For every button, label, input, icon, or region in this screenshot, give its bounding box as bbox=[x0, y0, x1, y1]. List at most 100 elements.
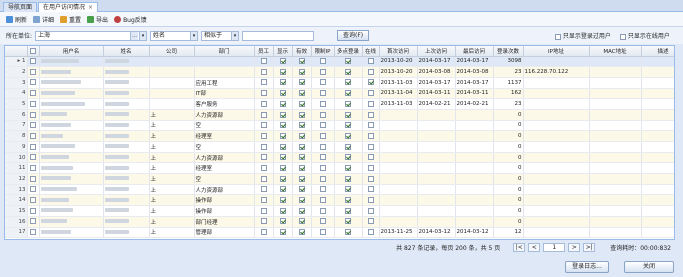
row-checkbox[interactable] bbox=[30, 229, 36, 236]
valid-checkbox[interactable] bbox=[298, 229, 305, 236]
row-checkbox[interactable] bbox=[30, 207, 36, 214]
employee-checkbox[interactable] bbox=[260, 111, 267, 118]
employee-checkbox[interactable] bbox=[260, 132, 267, 139]
ip-limit-checkbox[interactable] bbox=[319, 218, 326, 225]
tab-navigation[interactable]: 导航页面 bbox=[3, 2, 38, 12]
reset-button[interactable]: 重置 bbox=[60, 15, 81, 24]
row-checkbox[interactable] bbox=[30, 68, 36, 75]
employee-checkbox[interactable] bbox=[260, 100, 267, 107]
row-select-cell[interactable] bbox=[27, 152, 40, 164]
table-row[interactable]: 17 上管理部 2013-11-25 2014-03-12 2014-03-12 12 bbox=[5, 227, 674, 239]
multi-login-checkbox[interactable] bbox=[345, 111, 351, 118]
row-checkbox[interactable] bbox=[30, 175, 36, 182]
ip-limit-checkbox[interactable] bbox=[319, 175, 326, 182]
display-checkbox[interactable] bbox=[279, 79, 286, 86]
table-row[interactable]: 5 客户服务 2013-11-03 2014-02-21 2014-02-21 23 bbox=[5, 98, 674, 110]
field-select[interactable]: 姓名 ▾ bbox=[150, 30, 199, 41]
ip-limit-checkbox[interactable] bbox=[319, 68, 326, 75]
row-select-cell[interactable] bbox=[27, 141, 40, 153]
row-select-cell[interactable] bbox=[27, 173, 40, 185]
row-checkbox[interactable] bbox=[30, 218, 36, 225]
online-checkbox[interactable] bbox=[367, 58, 374, 65]
multi-login-checkbox[interactable] bbox=[345, 175, 351, 182]
ip-limit-checkbox[interactable] bbox=[319, 143, 326, 150]
row-select-cell[interactable] bbox=[27, 130, 40, 142]
employee-checkbox[interactable] bbox=[260, 218, 267, 225]
display-checkbox[interactable] bbox=[279, 111, 286, 118]
display-checkbox[interactable] bbox=[279, 197, 286, 204]
page-number-input[interactable]: 1 bbox=[543, 243, 566, 252]
online-checkbox[interactable] bbox=[367, 186, 374, 193]
chevron-down-icon[interactable]: ▾ bbox=[190, 31, 198, 40]
table-row[interactable]: 16 上部门经理 0 bbox=[5, 216, 674, 228]
chevron-down-icon[interactable]: ▾ bbox=[231, 31, 239, 40]
multi-login-checkbox[interactable] bbox=[345, 58, 351, 65]
online-checkbox[interactable] bbox=[367, 132, 374, 139]
table-row[interactable]: 3 应用工程 2013-11-03 2014-03-17 2014-03-17 1137 bbox=[5, 77, 674, 89]
close-button[interactable]: 关闭 bbox=[624, 261, 674, 273]
valid-checkbox[interactable] bbox=[298, 58, 305, 65]
row-select-cell[interactable] bbox=[27, 66, 40, 78]
ip-limit-checkbox[interactable] bbox=[319, 186, 326, 193]
table-row[interactable]: 14 上操作部 0 bbox=[5, 194, 674, 207]
next-page-button[interactable]: > bbox=[568, 243, 581, 252]
multi-login-checkbox[interactable] bbox=[345, 164, 351, 171]
online-checkbox[interactable] bbox=[367, 79, 374, 86]
employee-checkbox[interactable] bbox=[260, 58, 267, 65]
prev-page-button[interactable]: < bbox=[528, 243, 541, 252]
display-checkbox[interactable] bbox=[279, 100, 286, 107]
row-select-cell[interactable] bbox=[27, 227, 40, 239]
table-row[interactable]: 10 上人力资源部 0 bbox=[5, 152, 674, 164]
only-online-checkbox[interactable] bbox=[620, 33, 626, 40]
valid-checkbox[interactable] bbox=[298, 68, 305, 75]
employee-checkbox[interactable] bbox=[260, 122, 267, 129]
employee-checkbox[interactable] bbox=[260, 164, 267, 171]
only-logged-checkbox[interactable] bbox=[555, 33, 561, 40]
multi-login-checkbox[interactable] bbox=[345, 79, 351, 86]
valid-checkbox[interactable] bbox=[298, 79, 305, 86]
valid-checkbox[interactable] bbox=[298, 197, 305, 204]
online-checkbox[interactable] bbox=[367, 218, 374, 225]
display-checkbox[interactable] bbox=[279, 175, 286, 182]
online-checkbox[interactable] bbox=[367, 111, 374, 118]
row-checkbox[interactable] bbox=[30, 154, 36, 161]
refresh-button[interactable]: 刷新 bbox=[6, 15, 27, 24]
online-checkbox[interactable] bbox=[367, 207, 374, 214]
multi-login-checkbox[interactable] bbox=[345, 197, 351, 204]
employee-checkbox[interactable] bbox=[260, 154, 267, 161]
table-row[interactable]: 4 IT部 2013-11-04 2014-03-11 2014-03-11 162 bbox=[5, 88, 674, 100]
display-checkbox[interactable] bbox=[279, 68, 286, 75]
table-row[interactable]: 2 2013-10-20 2014-03-08 2014-03-08 23 116.228… bbox=[5, 66, 674, 78]
row-select-cell[interactable] bbox=[27, 120, 40, 132]
close-icon[interactable]: × bbox=[88, 4, 93, 11]
display-checkbox[interactable] bbox=[279, 154, 286, 161]
multi-login-checkbox[interactable] bbox=[345, 207, 351, 214]
column-header[interactable]: 描述 bbox=[641, 46, 674, 57]
column-header[interactable]: 上次访问 bbox=[417, 46, 456, 57]
multi-login-checkbox[interactable] bbox=[345, 132, 351, 139]
table-row[interactable]: 13 上人力资源部 0 bbox=[5, 184, 674, 196]
column-header[interactable]: 首次访问 bbox=[379, 46, 418, 57]
ip-limit-checkbox[interactable] bbox=[319, 197, 326, 204]
ip-limit-checkbox[interactable] bbox=[319, 90, 326, 97]
column-header[interactable]: 登录次数 bbox=[493, 46, 524, 57]
online-checkbox[interactable] bbox=[367, 100, 374, 107]
column-header[interactable]: IP地址 bbox=[523, 46, 590, 57]
employee-checkbox[interactable] bbox=[260, 207, 267, 214]
display-checkbox[interactable] bbox=[279, 122, 286, 129]
operator-select[interactable]: 相似于 ▾ bbox=[201, 30, 240, 41]
multi-login-checkbox[interactable] bbox=[345, 100, 351, 107]
employee-checkbox[interactable] bbox=[260, 175, 267, 182]
export-button[interactable]: 导出 bbox=[87, 15, 108, 24]
tab-user-access[interactable]: 在用户访问情况 × bbox=[38, 2, 99, 12]
table-row[interactable]: 12 上空 0 bbox=[5, 173, 674, 185]
online-checkbox[interactable] bbox=[367, 164, 374, 171]
online-checkbox[interactable] bbox=[367, 175, 374, 182]
select-all-checkbox[interactable] bbox=[30, 47, 36, 54]
valid-checkbox[interactable] bbox=[298, 207, 305, 214]
only-logged-option[interactable]: 只显示登录过用户 bbox=[555, 31, 611, 40]
chevron-down-icon[interactable]: ▾ bbox=[139, 31, 147, 40]
online-checkbox[interactable] bbox=[367, 122, 374, 129]
row-select-cell[interactable] bbox=[27, 216, 40, 228]
employee-checkbox[interactable] bbox=[260, 229, 267, 236]
